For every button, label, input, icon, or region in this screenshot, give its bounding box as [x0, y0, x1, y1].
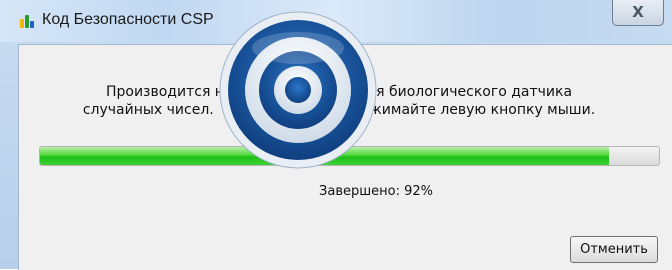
status-text: Завершено: 92% [19, 184, 672, 199]
app-bars-icon [20, 14, 34, 28]
cancel-button[interactable]: Отменить [570, 236, 658, 263]
target-icon [219, 11, 377, 169]
close-button[interactable]: X [612, 0, 664, 26]
window-title: Код Безопасности CSP [42, 11, 214, 28]
status-label: Завершено: 92% [319, 184, 433, 199]
dialog-window: Код Безопасности CSP X Производится н дл… [0, 0, 672, 270]
